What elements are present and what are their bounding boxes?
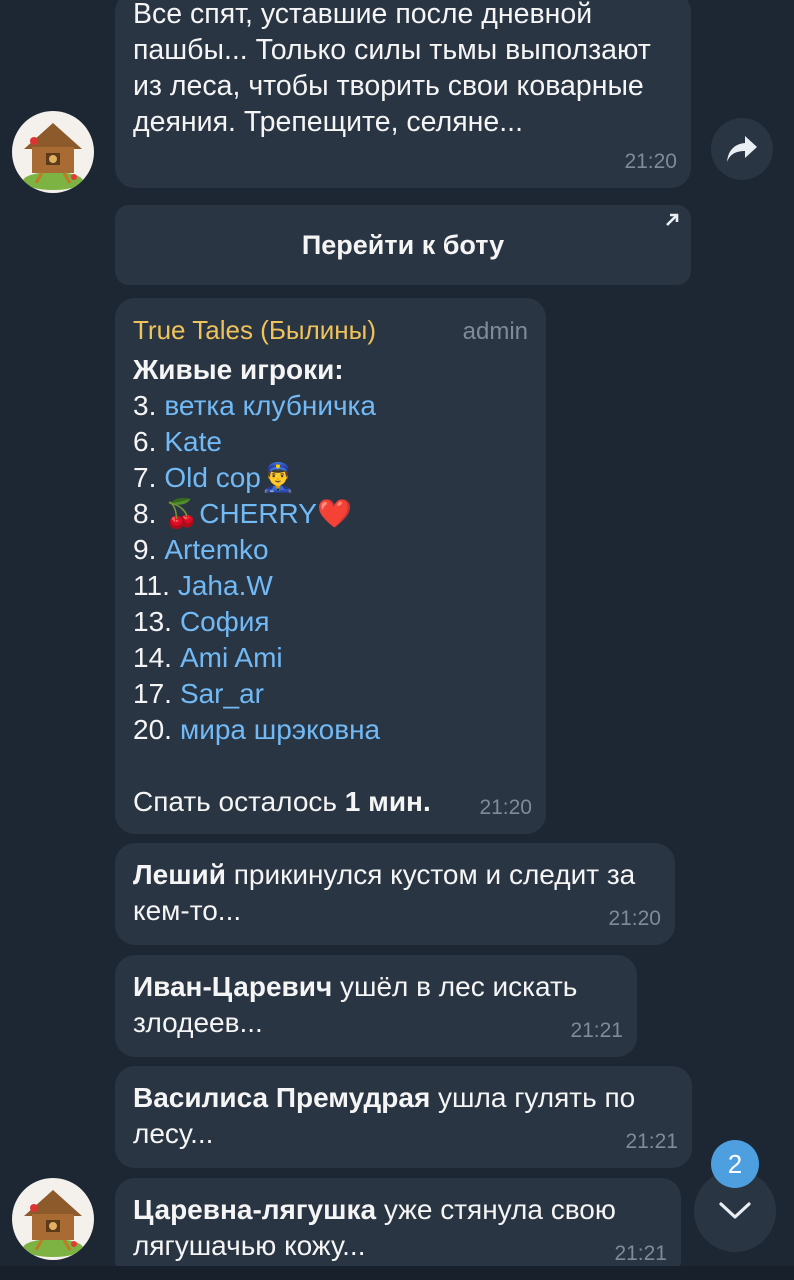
player-name-link[interactable]: мира шрэковна	[180, 714, 380, 745]
player-row: 20. мира шрэковна	[133, 712, 528, 748]
player-row: 8. 🍒CHERRY❤️	[133, 496, 528, 532]
player-number: 14.	[133, 642, 172, 673]
player-emoji: ❤️	[316, 498, 352, 529]
player-name-link[interactable]: София	[180, 606, 270, 637]
players-message[interactable]: True Tales (Былины) admin Живые игроки: …	[115, 298, 546, 834]
player-row: 13. София	[133, 604, 528, 640]
admin-badge: admin	[462, 318, 528, 345]
message-text: Все спят, уставшие после дневной пашбы..…	[133, 0, 651, 138]
message-text: Василиса Премудрая ушла гулять по лесу..…	[133, 1080, 678, 1152]
message-time: 21:20	[608, 907, 661, 930]
message-bubble[interactable]: Иван-Царевич ушёл в лес искать злодеев..…	[115, 955, 637, 1057]
player-row: 17. Sar_ar	[133, 676, 528, 712]
player-name-link[interactable]: Jaha.W	[178, 570, 273, 601]
player-number: 11.	[133, 570, 170, 601]
player-number: 17.	[133, 678, 172, 709]
player-row: 7. Old cop👮‍♂️	[133, 460, 528, 496]
message-bubble[interactable]: Царевна-лягушка уже стянула свою лягушач…	[115, 1178, 681, 1280]
message-time: 21:20	[479, 796, 532, 819]
sleep-timer-label: Спать осталось	[133, 786, 345, 817]
forward-button[interactable]	[711, 118, 773, 180]
players-list: 3. ветка клубничка 6. Kate 7. Old cop👮‍♂️ 8. 🍒C…	[133, 388, 528, 748]
message-header: True Tales (Былины) admin	[133, 312, 528, 350]
sleep-timer-value: 1 мин.	[344, 786, 431, 817]
player-number: 20.	[133, 714, 172, 745]
player-number: 13.	[133, 606, 172, 637]
player-name-link[interactable]: 🍒CHERRY	[164, 498, 317, 529]
player-number: 8.	[133, 498, 157, 529]
player-row: 11. Jaha.W	[133, 568, 528, 604]
role-name: Леший	[133, 859, 226, 890]
bot-avatar[interactable]	[12, 111, 94, 193]
sleep-timer: Спать осталось 1 мин.	[133, 784, 528, 820]
message-time: 21:21	[570, 1019, 623, 1042]
role-name: Василиса Премудрая	[133, 1082, 431, 1113]
player-name-link[interactable]: Kate	[164, 426, 222, 457]
open-external-icon	[666, 213, 679, 226]
bottom-bar	[0, 1266, 794, 1280]
chevron-down-icon	[719, 1202, 751, 1219]
player-number: 3.	[133, 390, 157, 421]
players-heading: Живые игроки:	[133, 354, 344, 385]
bot-avatar[interactable]	[12, 1178, 94, 1260]
sender-name[interactable]: True Tales (Былины)	[133, 312, 376, 348]
message-bubble[interactable]: Леший прикинулся кустом и следит за кем-…	[115, 843, 675, 945]
message-bubble[interactable]: Все спят, уставшие после дневной пашбы..…	[115, 0, 691, 188]
message-time: 21:21	[625, 1130, 678, 1153]
role-name: Иван-Царевич	[133, 971, 333, 1002]
hut-avatar-icon	[23, 1190, 83, 1257]
player-row: 3. ветка клубничка	[133, 388, 528, 424]
open-bot-label: Перейти к боту	[301, 229, 505, 260]
chat-view: Все спят, уставшие после дневной пашбы..…	[0, 0, 794, 1280]
role-name: Царевна-лягушка	[133, 1194, 377, 1225]
player-row: 6. Kate	[133, 424, 528, 460]
message-bubble[interactable]: Василиса Премудрая ушла гулять по лесу..…	[115, 1066, 692, 1168]
player-number: 7.	[133, 462, 157, 493]
message-text: Иван-Царевич ушёл в лес искать злодеев..…	[133, 969, 623, 1041]
unread-count-badge: 2	[711, 1140, 759, 1188]
player-row: 9. Artemko	[133, 532, 528, 568]
message-text: Царевна-лягушка уже стянула свою лягушач…	[133, 1192, 663, 1264]
message-time: 21:20	[624, 150, 677, 173]
player-name-link[interactable]: Artemko	[164, 534, 268, 565]
player-emoji: 👮‍♂️	[260, 462, 296, 493]
player-name-link[interactable]: Sar_ar	[180, 678, 264, 709]
open-bot-button[interactable]: Перейти к боту	[115, 205, 691, 285]
player-number: 9.	[133, 534, 157, 565]
message-text: Леший прикинулся кустом и следит за кем-…	[133, 857, 663, 929]
player-row: 14. Ami Ami	[133, 640, 528, 676]
player-number: 6.	[133, 426, 157, 457]
player-name-link[interactable]: ветка клубничка	[164, 390, 376, 421]
player-name-link[interactable]: Ami Ami	[180, 642, 283, 673]
hut-avatar-icon	[23, 123, 83, 190]
share-arrow-icon	[727, 136, 757, 162]
player-name-link[interactable]: Old cop	[164, 462, 261, 493]
